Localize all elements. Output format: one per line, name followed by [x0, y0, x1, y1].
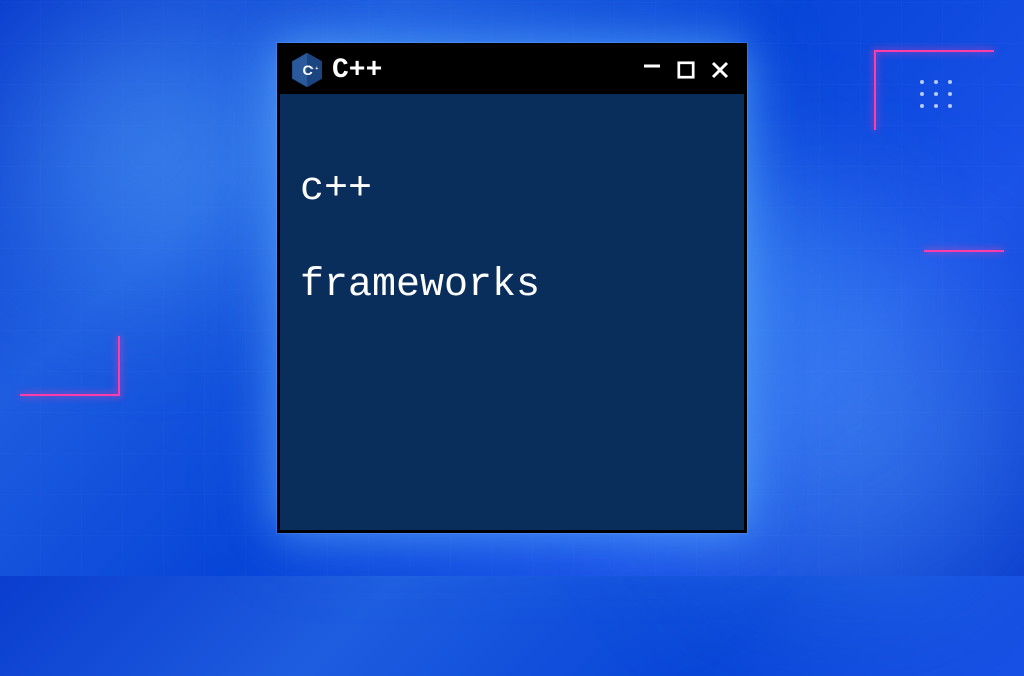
terminal-line: c++: [300, 167, 372, 212]
close-button[interactable]: [708, 58, 732, 82]
maximize-button[interactable]: [674, 58, 698, 82]
terminal-window: C + + C++: [277, 43, 747, 533]
svg-text:+: +: [311, 66, 314, 72]
circuit-decoration: [118, 336, 120, 396]
circuit-decoration: [924, 250, 1004, 252]
terminal-line: frameworks: [300, 263, 540, 308]
terminal-body[interactable]: c++ frameworks: [280, 94, 744, 530]
circuit-decoration: [20, 394, 120, 396]
terminal-content: c++ frameworks: [300, 118, 724, 310]
title-bar[interactable]: C + + C++: [280, 46, 744, 94]
svg-text:+: +: [315, 66, 318, 72]
window-title: C++: [332, 55, 630, 86]
circuit-decoration: [874, 50, 994, 52]
minimize-button[interactable]: [640, 54, 664, 78]
circuit-decoration: [874, 50, 876, 130]
window-controls: [640, 58, 732, 82]
dots-decoration: [920, 80, 954, 108]
cpp-app-icon: C + +: [292, 53, 322, 87]
